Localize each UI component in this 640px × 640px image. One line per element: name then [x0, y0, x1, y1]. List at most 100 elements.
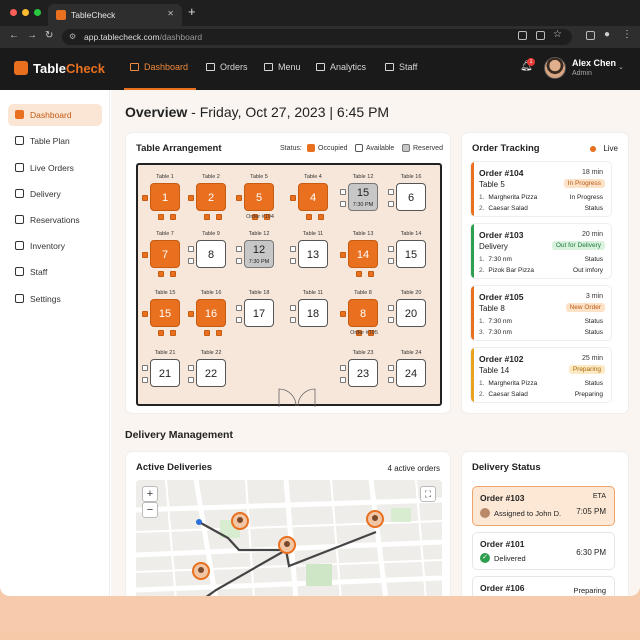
order-card[interactable]: Order #104 18 min Table 5 In Progress 1. Marg…	[470, 161, 612, 217]
table-20[interactable]: 20	[396, 299, 426, 327]
notification-badge: 1	[527, 58, 535, 66]
nav-staff[interactable]: Staff	[385, 62, 417, 72]
driver-pin[interactable]	[278, 536, 296, 554]
site-info-icon[interactable]: ⚙	[69, 32, 76, 41]
brand-logo[interactable]: TableCheck	[33, 61, 105, 76]
nav-analytics[interactable]: Analytics	[316, 62, 366, 72]
status-legend-label: Status:	[280, 145, 302, 152]
order-line-status: Status	[584, 329, 603, 336]
sidebar-item-reservations[interactable]: Reservations	[8, 209, 102, 231]
back-icon[interactable]: ←	[9, 30, 19, 41]
gear-icon	[15, 294, 24, 303]
table-8[interactable]: 8	[348, 299, 378, 327]
nav-orders[interactable]: Orders	[206, 62, 248, 72]
chair	[142, 252, 148, 258]
order-card[interactable]: Order #105 3 min Table 8 New Order 1. 7:30 nm…	[470, 285, 612, 341]
sidebar-toggle-icon[interactable]	[586, 31, 595, 40]
new-tab-icon[interactable]: +	[188, 4, 196, 19]
address-bar: ← → ↻ ⚙ app.tablecheck.com/dashboard ☆ ●…	[0, 26, 640, 48]
sidebar-item-delivery[interactable]: Delivery	[8, 183, 102, 205]
table-label: Table 2	[202, 174, 220, 180]
table-13[interactable]: 13	[298, 240, 328, 268]
table-label: Table 15	[154, 290, 176, 296]
chair	[388, 246, 394, 252]
table-21[interactable]: 21	[150, 359, 180, 387]
sidebar-item-dashboard[interactable]: Dashboard	[8, 104, 102, 126]
table-22[interactable]: 22	[196, 359, 226, 387]
reload-icon[interactable]: ↻	[45, 30, 53, 41]
sidebar-item-table-plan[interactable]: Table Plan	[8, 130, 102, 152]
chair	[142, 365, 148, 371]
table-8[interactable]: 8	[196, 240, 226, 268]
table-15[interactable]: 15	[396, 240, 426, 268]
table-7[interactable]: 7	[150, 240, 180, 268]
zoom-out-button[interactable]: −	[142, 502, 158, 518]
table-2[interactable]: 2	[196, 183, 226, 211]
table-15[interactable]: 15 7:30 PM	[348, 183, 378, 211]
share-icon[interactable]	[536, 31, 545, 40]
close-icon[interactable]: ✕	[167, 9, 174, 18]
driver-pin[interactable]	[231, 512, 249, 530]
driver-pin[interactable]	[192, 562, 210, 580]
order-list: Order #104 18 min Table 5 In Progress 1. Marg…	[462, 133, 630, 415]
table-17[interactable]: 17	[244, 299, 274, 327]
fullscreen-icon[interactable]: ⛶	[420, 486, 436, 502]
table-24[interactable]: 24	[396, 359, 426, 387]
chair	[216, 330, 222, 336]
table-6[interactable]: 6	[396, 183, 426, 211]
sidebar-item-inventory[interactable]: Inventory	[8, 235, 102, 257]
browser-menu-icon[interactable]: ⋮	[622, 29, 632, 40]
delivered-time: 6:30 PM	[576, 548, 606, 557]
chair	[388, 365, 394, 371]
close-window-dot[interactable]	[10, 9, 17, 16]
chair	[142, 311, 148, 317]
driver-pin[interactable]	[366, 510, 384, 528]
table-label: Table 20	[400, 290, 422, 296]
nav-menu[interactable]: Menu	[264, 62, 301, 72]
sidebar-item-staff[interactable]: Staff	[8, 261, 102, 283]
delivery-status-item[interactable]: Order #101 6:30 PM ✓ Delivered	[472, 532, 615, 570]
table-5[interactable]: 5	[244, 183, 274, 211]
chair	[318, 214, 324, 220]
chair	[216, 214, 222, 220]
avatar[interactable]	[544, 57, 566, 79]
chair	[188, 246, 194, 252]
table-14[interactable]: 14	[348, 240, 378, 268]
sidebar-item-label: Dashboard	[30, 110, 72, 120]
table-label: Table 24	[400, 350, 422, 356]
table-15[interactable]: 15	[150, 299, 180, 327]
reserved-swatch	[402, 144, 410, 152]
sidebar-item-settings[interactable]: Settings	[8, 288, 102, 310]
table-order-note: Order #105	[350, 330, 378, 336]
url-field[interactable]: ⚙ app.tablecheck.com/dashboard	[62, 29, 572, 45]
sidebar-item-label: Inventory	[30, 241, 65, 251]
chair	[356, 271, 362, 277]
sidebar-item-live-orders[interactable]: Live Orders	[8, 157, 102, 179]
nav-dashboard[interactable]: Dashboard	[130, 62, 188, 72]
table-16[interactable]: 16	[196, 299, 226, 327]
calendar-icon	[15, 215, 24, 224]
order-card[interactable]: Order #102 25 min Table 14 Preparing 1. Margh…	[470, 347, 612, 403]
delivery-map[interactable]: + − ⛶	[136, 480, 442, 596]
chevron-down-icon[interactable]: ⌄	[618, 63, 624, 71]
minimize-window-dot[interactable]	[22, 9, 29, 16]
bookmark-star-icon[interactable]: ☆	[553, 29, 562, 40]
forward-icon[interactable]: →	[27, 30, 37, 41]
favicon-icon	[56, 10, 66, 20]
zoom-in-button[interactable]: +	[142, 486, 158, 502]
translate-icon[interactable]	[518, 31, 527, 40]
browser-tab-bar: TableCheck ✕ +	[0, 0, 640, 26]
user-name[interactable]: Alex Chen	[572, 58, 616, 68]
browser-tab[interactable]: TableCheck ✕	[48, 4, 182, 26]
order-card[interactable]: Order #103 20 min Delivery Out for Delivery…	[470, 223, 612, 279]
maximize-window-dot[interactable]	[34, 9, 41, 16]
chair	[290, 317, 296, 323]
table-1[interactable]: 1	[150, 183, 180, 211]
delivery-status-item[interactable]: Order #106 Preparing	[472, 576, 615, 596]
table-18[interactable]: 18	[298, 299, 328, 327]
table-12[interactable]: 12 7:30 PM	[244, 240, 274, 268]
profile-icon[interactable]: ●	[604, 29, 610, 40]
table-4[interactable]: 4	[298, 183, 328, 211]
table-23[interactable]: 23	[348, 359, 378, 387]
delivery-status-item[interactable]: Order #103 ETA 7:05 PM Assigned to John …	[472, 486, 615, 526]
